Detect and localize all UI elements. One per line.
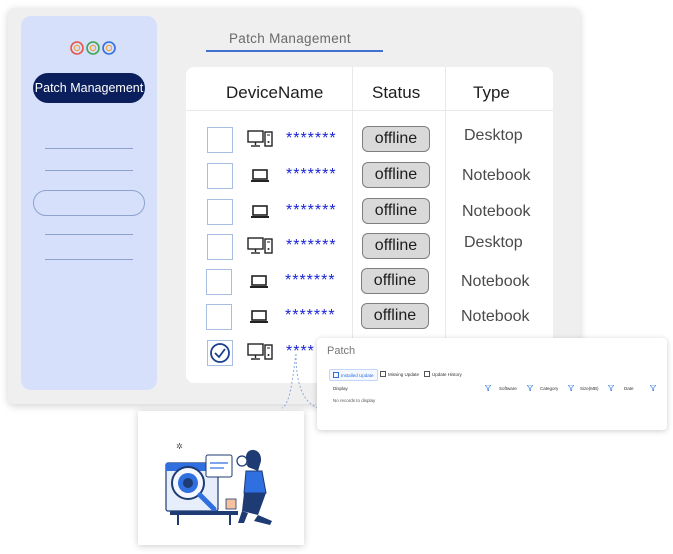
table-row[interactable]: ******* offline Notebook xyxy=(186,194,553,228)
header-divider xyxy=(186,110,553,111)
empty-state-text: No records to display xyxy=(333,398,376,403)
status-badge: offline xyxy=(362,233,430,259)
popup-title: Patch xyxy=(327,345,356,357)
device-type: Desktop xyxy=(464,234,523,251)
sidebar-item-placeholder[interactable] xyxy=(45,148,133,149)
device-name[interactable]: ******* xyxy=(286,237,337,255)
tab-update-history[interactable]: Update History xyxy=(421,369,465,379)
page-title: Patch Management xyxy=(229,31,351,46)
device-name[interactable]: ******* xyxy=(286,202,337,220)
sidebar-item-patch-management[interactable]: Patch Management xyxy=(33,73,145,103)
row-checkbox[interactable] xyxy=(207,199,233,225)
table-row[interactable]: ******* offline Desktop xyxy=(186,229,553,263)
table-row[interactable]: ******* offline Desktop xyxy=(186,122,553,156)
row-checkbox[interactable] xyxy=(207,127,233,153)
laptop-icon xyxy=(249,309,269,330)
update-history-icon xyxy=(424,371,430,377)
laptop-icon xyxy=(250,204,270,225)
patch-popup: Patch Installed Update Missing Update Up… xyxy=(317,338,667,430)
row-checkbox-checked[interactable] xyxy=(207,340,233,366)
check-icon xyxy=(210,343,230,363)
device-type: Notebook xyxy=(462,203,531,220)
status-badge: offline xyxy=(362,126,430,152)
device-type: Notebook xyxy=(461,273,530,290)
desktop-icon xyxy=(247,130,273,153)
desktop-icon xyxy=(247,343,273,366)
column-header-category[interactable]: Category xyxy=(540,386,558,391)
column-header-devicename[interactable]: DeviceName xyxy=(226,83,323,103)
illustration-card: ✲ xyxy=(138,411,304,545)
title-underline xyxy=(206,50,383,52)
svg-text:✲: ✲ xyxy=(176,442,183,451)
sidebar-item-placeholder[interactable] xyxy=(45,259,133,260)
row-checkbox[interactable] xyxy=(206,304,232,330)
device-name[interactable]: ******* xyxy=(286,166,337,184)
laptop-icon xyxy=(250,168,270,189)
sidebar: Patch Management xyxy=(21,16,157,390)
row-checkbox[interactable] xyxy=(206,269,232,295)
patch-search-illustration: ✲ xyxy=(165,442,272,525)
table-row[interactable]: ******* offline Notebook xyxy=(186,264,553,298)
installed-update-icon xyxy=(333,372,339,378)
filter-icon[interactable] xyxy=(650,385,656,391)
device-type: Notebook xyxy=(461,308,530,325)
filter-icon[interactable] xyxy=(568,385,574,391)
column-header-type[interactable]: Type xyxy=(473,83,510,103)
device-name[interactable]: ******* xyxy=(285,272,336,290)
device-type: Notebook xyxy=(462,167,531,184)
column-header-display[interactable]: Display xyxy=(333,386,348,391)
row-checkbox[interactable] xyxy=(207,163,233,189)
table-row[interactable]: ******* offline Notebook xyxy=(186,299,553,333)
sidebar-item-label: Patch Management xyxy=(34,81,144,95)
filter-icon[interactable] xyxy=(527,385,533,391)
status-badge: offline xyxy=(361,303,429,329)
status-badge: offline xyxy=(362,162,430,188)
device-table: DeviceName Status Type ******* offline Des… xyxy=(186,67,553,383)
sidebar-item-placeholder[interactable] xyxy=(45,170,133,171)
sidebar-item-placeholder[interactable] xyxy=(45,234,133,235)
device-name[interactable]: ******* xyxy=(285,307,336,325)
column-header-status[interactable]: Status xyxy=(372,83,420,103)
tab-installed-update[interactable]: Installed Update xyxy=(329,369,378,381)
filter-icon[interactable] xyxy=(485,385,491,391)
status-badge: offline xyxy=(362,198,430,224)
tab-label: Installed Update xyxy=(341,372,374,378)
missing-update-icon xyxy=(380,371,386,377)
row-checkbox[interactable] xyxy=(207,234,233,260)
column-header-size[interactable]: Size(MB) xyxy=(580,386,599,391)
tab-missing-update[interactable]: Missing Update xyxy=(377,369,422,379)
tab-label: Update History xyxy=(432,371,462,377)
desktop-icon xyxy=(247,237,273,260)
device-name[interactable]: ******* xyxy=(286,130,337,148)
status-badge: offline xyxy=(361,268,429,294)
tab-label: Missing Update xyxy=(388,371,420,377)
sidebar-item-selected-placeholder[interactable] xyxy=(33,190,145,216)
logo-icon xyxy=(70,41,116,55)
table-row[interactable]: ******* offline Notebook xyxy=(186,158,553,192)
filter-icon[interactable] xyxy=(608,385,614,391)
laptop-icon xyxy=(249,274,269,295)
column-header-software[interactable]: Software xyxy=(499,386,517,391)
device-type: Desktop xyxy=(464,127,523,144)
column-header-date[interactable]: Date xyxy=(624,386,634,391)
